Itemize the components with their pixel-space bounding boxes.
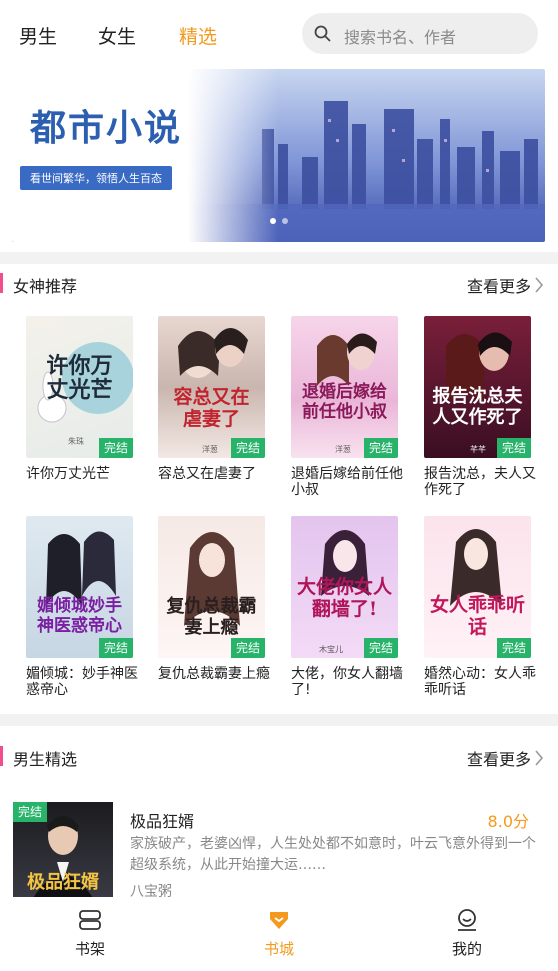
banner-tagline: 看世间繁华，领悟人生百态 — [20, 166, 172, 190]
book-title: 媚倾城：妙手神医惑帝心 — [26, 666, 138, 698]
cover-title: 复仇总裁霸妻上瘾 — [166, 596, 257, 638]
section-header: 男生精选 查看更多 — [0, 737, 558, 773]
book-title: 许你万丈光芒 — [26, 466, 110, 482]
book-cover: 许你万丈光芒 朱珠 完结 — [26, 316, 133, 458]
book-cover: 复仇总裁霸妻上瘾 完结 — [158, 516, 265, 658]
book-cover: 报告沈总夫人又作死了 芊芊 完结 — [424, 316, 531, 458]
chevron-right-icon — [535, 277, 544, 293]
status-badge: 完结 — [364, 438, 398, 458]
cover-title: 退婚后嫁给前任他小叔 — [302, 382, 387, 422]
chevron-right-icon — [535, 750, 544, 766]
book-cover: 完结 极品狂婿 — [13, 802, 113, 898]
tab-featured[interactable]: 精选 — [179, 22, 217, 49]
status-badge: 完结 — [99, 638, 133, 658]
cover-title: 女人乖乖听话 — [430, 594, 526, 638]
carousel-dot[interactable] — [270, 218, 276, 224]
cover-author-mark: 木宝儿 — [319, 645, 343, 654]
book-cover: 媚倾城妙手神医惑帝心 完结 — [26, 516, 133, 658]
see-more-label: 查看更多 — [466, 750, 531, 769]
book-title: 复仇总裁霸妻上瘾 — [158, 666, 270, 682]
cover-author-mark: 洋葱 — [202, 445, 218, 454]
status-badge: 完结 — [13, 802, 47, 822]
section-male-featured: 男生精选 查看更多 完结 极品狂婿 极品狂婿 8.0分 家族破产，老婆凶悍，人生… — [0, 726, 558, 900]
carousel-dot[interactable] — [282, 218, 288, 224]
cover-art — [46, 531, 116, 606]
book-card[interactable]: 报告沈总夫人又作死了 芊芊 完结 报告沈总，夫人又作死了 — [424, 316, 554, 498]
status-badge: 完结 — [364, 638, 398, 658]
cover-title: 容总又在虐妻了 — [173, 386, 250, 430]
book-title: 容总又在虐妻了 — [158, 466, 256, 482]
cover-title: 大佬你女人翻墙了! — [297, 576, 393, 620]
search-icon — [314, 25, 331, 42]
bottom-navigation: 书架 书城 我的 — [0, 897, 558, 971]
book-card[interactable]: 容总又在虐妻了 洋葱 完结 容总又在虐妻了 — [158, 316, 288, 482]
book-card[interactable]: 许你万丈光芒 朱珠 完结 许你万丈光芒 — [26, 316, 156, 482]
cover-title: 极品狂婿 — [27, 872, 99, 893]
book-description: 家族破产，老婆凶悍，人生处处都不如意时，叶云飞意外得到一个超级系统，从此开始撞大… — [130, 836, 536, 873]
nav-label: 书架 — [74, 940, 105, 958]
book-cover: 退婚后嫁给前任他小叔 洋葱 完结 — [291, 316, 398, 458]
banner-area: 都市小说 看世间繁华，领悟人生百态 — [0, 68, 558, 252]
book-title: 大佬，你女人翻墙了! — [291, 666, 403, 698]
section-accent-bar — [0, 273, 3, 293]
book-cover: 大佬你女人翻墙了! 木宝儿 完结 — [291, 516, 398, 658]
tab-female[interactable]: 女生 — [98, 22, 136, 49]
see-more-label: 查看更多 — [466, 277, 531, 296]
section-header: 女神推荐 查看更多 — [0, 264, 558, 300]
book-score: 8.0分 — [487, 812, 529, 831]
profile-icon — [458, 909, 476, 931]
status-badge: 完结 — [497, 438, 531, 458]
bookshelf-icon — [79, 910, 101, 930]
book-cover: 女人乖乖听话 完结 — [424, 516, 531, 658]
cover-author-mark: 芊芊 — [470, 445, 486, 454]
status-badge: 完结 — [99, 438, 133, 458]
book-title: 退婚后嫁给前任他小叔 — [291, 466, 403, 498]
section-title: 女神推荐 — [13, 277, 78, 296]
cover-author-mark: 朱珠 — [68, 437, 84, 446]
book-title: 报告沈总，夫人又作死了 — [424, 466, 536, 498]
cover-title: 报告沈总夫人又作死了 — [432, 386, 523, 428]
banner-carousel[interactable]: 都市小说 看世间繁华，领悟人生百态 — [12, 69, 545, 242]
search-bar[interactable]: 搜索书名、作者 — [302, 13, 538, 54]
nav-bookshelf[interactable]: 书架 — [60, 909, 120, 959]
book-card[interactable]: 退婚后嫁给前任他小叔 洋葱 完结 退婚后嫁给前任他小叔 — [291, 316, 421, 498]
book-title: 婚然心动：女人乖乖听话 — [424, 666, 536, 698]
book-card[interactable]: 大佬你女人翻墙了! 木宝儿 完结 大佬，你女人翻墙了! — [291, 516, 421, 698]
tab-male[interactable]: 男生 — [19, 22, 57, 49]
search-placeholder: 搜索书名、作者 — [344, 28, 457, 47]
nav-profile[interactable]: 我的 — [437, 909, 497, 959]
bookstore-icon — [270, 912, 288, 929]
book-card[interactable]: 媚倾城妙手神医惑帝心 完结 媚倾城：妙手神医惑帝心 — [26, 516, 156, 698]
banner-title: 都市小说 — [30, 108, 183, 149]
cover-title: 媚倾城妙手神医惑帝心 — [37, 596, 122, 636]
book-card[interactable]: 复仇总裁霸妻上瘾 完结 复仇总裁霸妻上瘾 — [158, 516, 288, 682]
status-badge: 完结 — [497, 638, 531, 658]
nav-label: 我的 — [451, 940, 482, 958]
see-more-button[interactable]: 查看更多 — [467, 273, 544, 297]
book-title: 极品狂婿 — [130, 812, 195, 831]
book-cover: 容总又在虐妻了 洋葱 完结 — [158, 316, 265, 458]
section-accent-bar — [0, 746, 3, 766]
status-badge: 完结 — [231, 638, 265, 658]
status-badge: 完结 — [231, 438, 265, 458]
cover-author-mark: 洋葱 — [335, 445, 351, 454]
section-title: 男生精选 — [13, 750, 78, 769]
top-bar: 男生 女生 精选 搜索书名、作者 — [0, 0, 558, 68]
section-female-recommend: 女神推荐 查看更多 许你万丈光芒 朱珠 完结 许你万丈光芒 容总又在虐妻了 洋葱… — [0, 264, 558, 714]
book-card[interactable]: 女人乖乖听话 完结 婚然心动：女人乖乖听话 — [424, 516, 554, 698]
nav-bookstore[interactable]: 书城 — [249, 909, 309, 959]
nav-label: 书城 — [263, 940, 294, 958]
see-more-button[interactable]: 查看更多 — [467, 746, 544, 770]
cover-title: 许你万丈光芒 — [46, 353, 113, 403]
carousel-dots — [270, 209, 294, 228]
